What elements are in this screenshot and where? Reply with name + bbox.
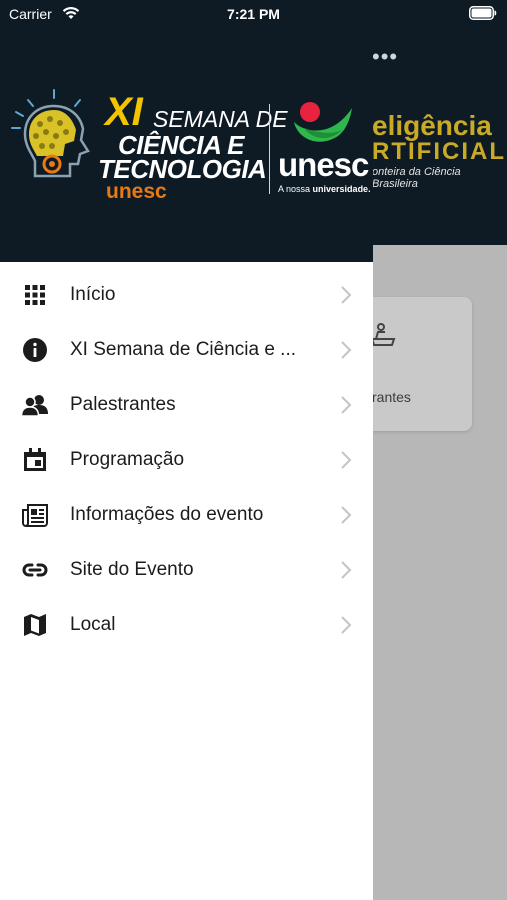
event-organizer: unesc [106, 180, 167, 203]
link-icon [20, 556, 49, 583]
brain-gears-icon [11, 89, 90, 178]
logo-divider [269, 104, 270, 194]
menu-item-label: Local [70, 614, 116, 635]
unesc-wordmark: unesc [278, 146, 369, 183]
menu-item-label: Palestrantes [70, 394, 176, 415]
newspaper-icon [20, 501, 49, 528]
navigation-drawer: XI SEMANA DE CIÊNCIA E TECNOLOGIA unesc … [0, 0, 373, 900]
chevron-right-icon [341, 616, 352, 634]
battery-icon [469, 6, 497, 20]
menu-item-label: Programação [70, 449, 185, 470]
lectern-icon [370, 323, 396, 346]
unesc-logo-icon [294, 102, 352, 142]
status-bar: Carrier 7:21 PM [0, 0, 507, 28]
more-menu-icon: ••• [372, 44, 399, 69]
drawer-header: XI SEMANA DE CIÊNCIA E TECNOLOGIA unesc … [0, 0, 373, 262]
chevron-right-icon [341, 506, 352, 524]
people-icon [20, 391, 49, 418]
grid-icon [20, 281, 49, 308]
chevron-right-icon [341, 451, 352, 469]
menu-item-label: Site do Evento [70, 559, 194, 580]
menu-item-palestrantes[interactable]: Palestrantes [0, 377, 373, 432]
event-logo: XI SEMANA DE CIÊNCIA E TECNOLOGIA unesc … [8, 84, 371, 204]
menu-item-label: Informações do evento [70, 504, 264, 525]
menu-item-site[interactable]: Site do Evento [0, 542, 373, 597]
menu-item-informacoes[interactable]: Informações do evento [0, 487, 373, 542]
chevron-right-icon [341, 341, 352, 359]
menu-item-programacao[interactable]: Programação [0, 432, 373, 487]
menu-item-label: Início [70, 284, 116, 305]
menu-item-label: XI Semana de Ciência e ... [70, 339, 297, 360]
banner-title-line2: RTIFICIAL [372, 138, 506, 165]
card-label: rantes [372, 389, 411, 405]
chevron-right-icon [341, 561, 352, 579]
menu-item-local[interactable]: Local [0, 597, 373, 652]
banner-subtitle: onteira da Ciência Brasileira [372, 166, 461, 190]
map-icon [20, 611, 49, 638]
info-icon [20, 336, 49, 363]
chevron-right-icon [341, 286, 352, 304]
chevron-right-icon [341, 396, 352, 414]
event-edition: XI [105, 90, 143, 134]
menu-item-xi-semana[interactable]: XI Semana de Ciência e ... [0, 322, 373, 377]
calendar-icon [20, 446, 49, 473]
menu-item-inicio[interactable]: Início [0, 267, 373, 322]
event-name-line1: SEMANA DE [153, 106, 288, 132]
status-time: 7:21 PM [227, 6, 280, 22]
unesc-tagline: A nossa universidade. [278, 184, 371, 194]
drawer-menu: Início XI Semana de Ciência e ... Palest… [0, 267, 373, 652]
